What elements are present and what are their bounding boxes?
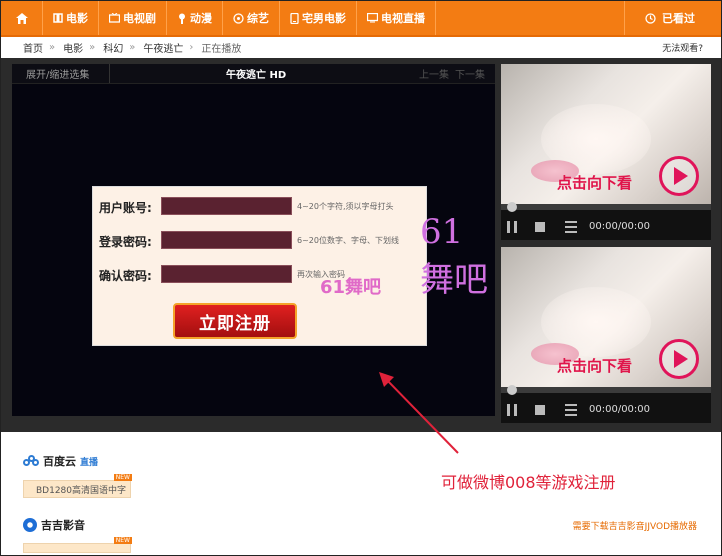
play-sources: 百度云 直播 BD1280高清国语中字 NEW 吉吉影音 NEW 需要下载吉吉影… <box>11 443 711 553</box>
nav-item-tv[interactable]: 电视剧 <box>99 1 167 35</box>
nav-item-label: 综艺 <box>247 12 269 25</box>
register-button[interactable]: 立即注册 <box>173 303 297 339</box>
ad-cta-text: 点击向下看 <box>557 357 633 375</box>
stop-icon[interactable] <box>535 405 545 415</box>
baidu-source-name: 百度云 <box>43 455 76 468</box>
pause-icon[interactable] <box>507 221 517 233</box>
annotation-text: 可做微博008等游戏注册 <box>441 473 616 492</box>
episode-link-label: BD1280高清国语中字 <box>36 485 127 496</box>
jj-source-header: 吉吉影音 <box>23 517 85 533</box>
breadcrumb-movie[interactable]: 电影 <box>63 40 83 55</box>
ad-video-2[interactable]: 点击向下看 00:00/00:00 <box>501 247 711 423</box>
nav-item-movie[interactable]: 电影 <box>43 1 99 35</box>
breadcrumb-scifi[interactable]: 科幻 <box>103 40 123 55</box>
nav-item-label: 电影 <box>66 12 88 25</box>
ad-image: 点击向下看 <box>501 247 711 387</box>
nav-item-label: 宅男电影 <box>302 12 346 25</box>
username-hint: 4~20个字符,须以字母打头 <box>297 202 394 211</box>
cannot-watch-link[interactable]: 无法观看? <box>662 41 703 54</box>
nav-item-label: 电视直播 <box>381 12 425 25</box>
clock-icon <box>645 12 656 24</box>
nav-item-variety[interactable]: 综艺 <box>223 1 280 35</box>
playlist-icon[interactable] <box>565 404 577 416</box>
download-player-link[interactable]: 需要下载吉吉影音JJVOD播放器 <box>573 519 697 532</box>
player-stage: 展开/缩进选集 午夜逃亡 HD 上一集 下一集 用户账号: 4~20个字符,须以… <box>1 58 721 432</box>
ad-progress-bar[interactable] <box>501 204 711 210</box>
history-button[interactable]: 已看过 <box>624 1 721 35</box>
baidu-source-header: 百度云 直播 <box>23 453 98 469</box>
home-icon <box>15 12 28 24</box>
episode-nav: 上一集 下一集 <box>419 66 485 81</box>
password-label: 登录密码: <box>99 235 152 249</box>
password-hint: 6~20位数字、字母、下划线 <box>297 236 399 245</box>
play-icon[interactable] <box>659 339 699 379</box>
password-input[interactable] <box>161 231 292 249</box>
breadcrumb-separator: › <box>189 41 194 53</box>
play-icon[interactable] <box>659 156 699 196</box>
watermark-large: 61舞吧 <box>420 212 488 300</box>
password-row: 登录密码: 6~20位数字、字母、下划线 <box>93 231 428 251</box>
ad-image: 点击向下看 <box>501 64 711 204</box>
annotation-arrow <box>379 372 459 454</box>
top-nav: 电影 电视剧 动漫 综艺 宅男电影 电视直播 已看过 <box>1 1 721 37</box>
anime-icon <box>179 13 185 24</box>
video-player[interactable]: 展开/缩进选集 午夜逃亡 HD 上一集 下一集 用户账号: 4~20个字符,须以… <box>12 64 495 416</box>
ad-time: 00:00/00:00 <box>589 404 651 415</box>
nav-item-tv-live[interactable]: 电视直播 <box>357 1 436 35</box>
baidu-live-label: 直播 <box>80 457 99 468</box>
playlist-icon[interactable] <box>565 221 577 233</box>
player-header: 展开/缩进选集 午夜逃亡 HD 上一集 下一集 <box>12 64 495 84</box>
nav-item-label: 电视剧 <box>123 12 156 25</box>
breadcrumb: 首页 » 电影 » 科幻 » 午夜逃亡 › 正在播放 无法观看? <box>1 37 721 57</box>
jjvod-icon <box>23 518 37 532</box>
ad-controls: 00:00/00:00 <box>501 214 711 240</box>
confirm-label: 确认密码: <box>99 269 152 283</box>
username-input[interactable] <box>161 197 292 215</box>
jj-episode-link[interactable]: NEW <box>23 537 132 553</box>
player-title: 午夜逃亡 HD <box>226 70 287 81</box>
breadcrumb-title[interactable]: 午夜逃亡 <box>143 40 183 55</box>
episode-link-bd1280[interactable]: BD1280高清国语中字 NEW <box>23 474 132 498</box>
ad-controls: 00:00/00:00 <box>501 397 711 423</box>
next-episode-button[interactable]: 下一集 <box>455 66 485 81</box>
breadcrumb-separator: » <box>129 41 136 53</box>
jj-source-name: 吉吉影音 <box>41 519 85 532</box>
progress-knob[interactable] <box>507 202 517 212</box>
ad-time: 00:00/00:00 <box>589 221 651 232</box>
breadcrumb-home[interactable]: 首页 <box>23 40 43 55</box>
home-button[interactable] <box>1 1 43 35</box>
ad-cta-text: 点击向下看 <box>557 174 633 192</box>
watermark-small: 61舞吧 <box>320 277 382 298</box>
pause-icon[interactable] <box>507 404 517 416</box>
nav-item-anime[interactable]: 动漫 <box>167 1 223 35</box>
breadcrumb-current: 正在播放 <box>201 43 242 55</box>
new-badge: NEW <box>113 537 132 544</box>
breadcrumb-separator: » <box>49 41 56 53</box>
tv-icon <box>109 13 120 23</box>
stop-icon[interactable] <box>535 222 545 232</box>
progress-knob[interactable] <box>507 385 517 395</box>
toggle-episode-list-button[interactable]: 展开/缩进选集 <box>12 64 110 83</box>
new-badge: NEW <box>113 474 132 481</box>
nav-item-label: 动漫 <box>190 12 212 25</box>
breadcrumb-separator: » <box>89 41 96 53</box>
ad-progress-bar[interactable] <box>501 387 711 393</box>
baidu-cloud-icon <box>23 455 39 467</box>
nav-item-otaku-movie[interactable]: 宅男电影 <box>280 1 357 35</box>
film-icon <box>53 13 63 23</box>
ad-video-1[interactable]: 点击向下看 00:00/00:00 <box>501 64 711 240</box>
history-label: 已看过 <box>662 12 695 25</box>
username-label: 用户账号: <box>99 201 152 215</box>
confirm-password-input[interactable] <box>161 265 292 283</box>
variety-icon <box>233 12 244 24</box>
username-row: 用户账号: 4~20个字符,须以字母打头 <box>93 197 428 217</box>
register-form: 用户账号: 4~20个字符,须以字母打头 登录密码: 6~20位数字、字母、下划… <box>92 186 427 346</box>
prev-episode-button[interactable]: 上一集 <box>419 66 449 81</box>
phone-icon <box>290 12 299 24</box>
monitor-icon <box>367 13 378 23</box>
